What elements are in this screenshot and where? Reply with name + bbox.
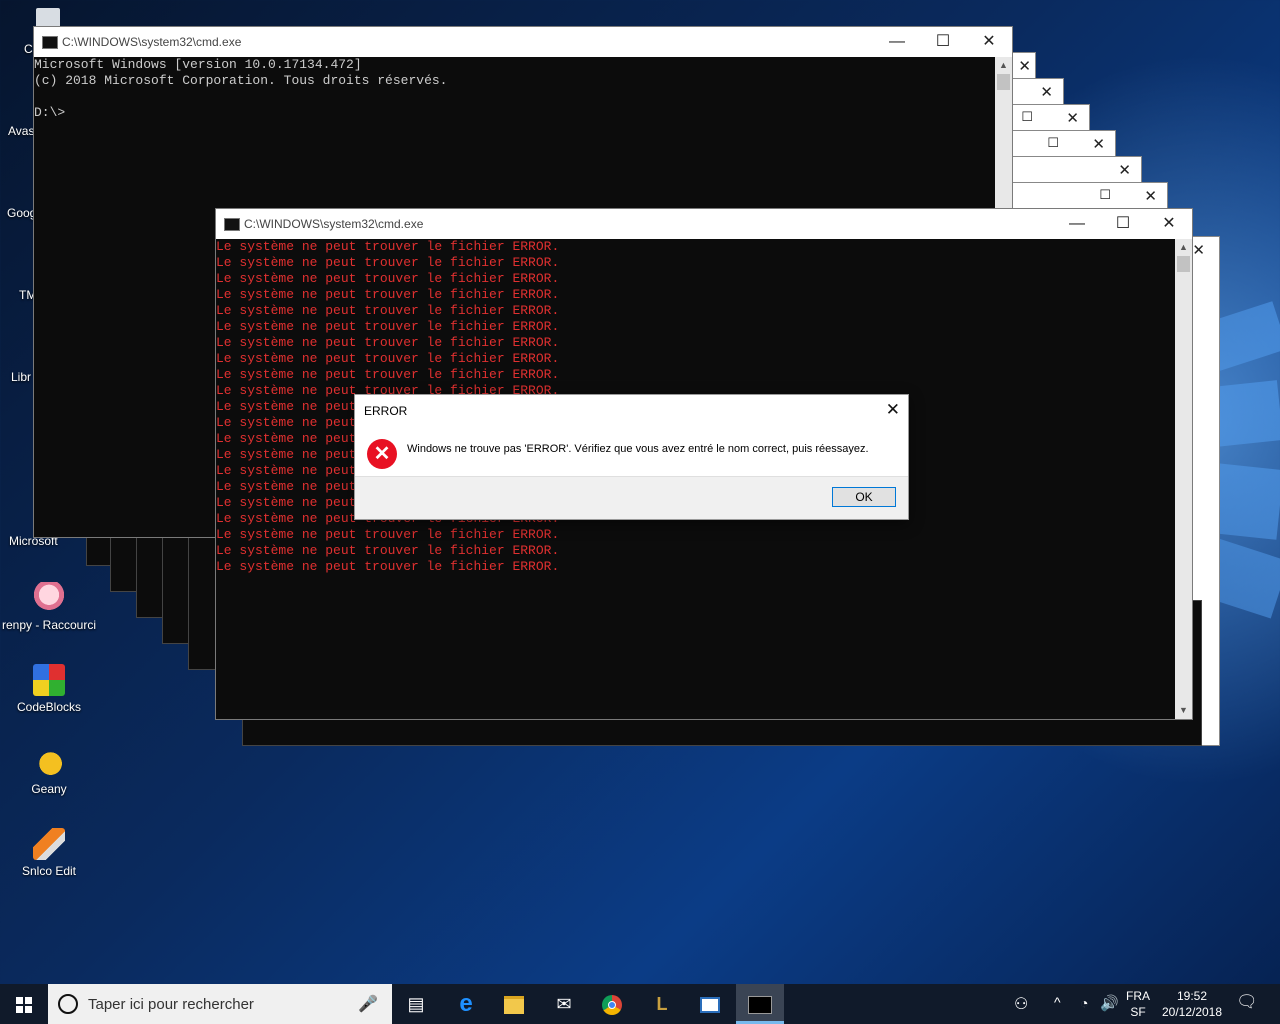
desktop-icon-label[interactable]: C <box>24 42 33 56</box>
desktop-icon-label: CodeBlocks <box>16 700 82 714</box>
desktop-icon-label: Snlco Edit <box>21 864 77 878</box>
task-view-icon[interactable]: ▤ <box>392 984 440 1024</box>
window-title: C:\WINDOWS\system32\cmd.exe <box>62 35 242 49</box>
close-icon[interactable]: ✕ <box>1192 241 1205 259</box>
console-error-line: Le système ne peut trouver le fichier ER… <box>216 239 560 254</box>
cortana-icon <box>58 994 78 1014</box>
minimize-button[interactable]: — <box>1054 209 1100 239</box>
cascade-window-frame[interactable]: ✕ ☐ <box>1000 104 1090 132</box>
close-icon[interactable]: ✕ <box>886 400 900 420</box>
console-error-line: Le système ne peut trouver le fichier ER… <box>216 255 560 270</box>
minimize-button[interactable]: — <box>874 27 920 57</box>
show-hidden-icons-icon[interactable]: ^ <box>1054 994 1061 1010</box>
ok-button[interactable]: OK <box>832 487 896 507</box>
edge-icon[interactable]: e <box>442 984 490 1024</box>
windows-logo-icon <box>16 997 32 1014</box>
action-center-icon[interactable]: 🗨 <box>1236 992 1258 1012</box>
start-button[interactable] <box>0 984 48 1024</box>
window-title: C:\WINDOWS\system32\cmd.exe <box>244 217 424 231</box>
maximize-icon[interactable]: ☐ <box>1047 135 1059 151</box>
cascade-window-frame[interactable]: ✕ <box>1000 156 1142 184</box>
mail-icon[interactable]: ✉ <box>540 984 588 1024</box>
console-error-line: Le système ne peut trouver le fichier ER… <box>216 271 560 286</box>
cascade-window-frame[interactable]: ✕ ☐ <box>1000 182 1168 210</box>
scroll-up-icon[interactable]: ▲ <box>995 57 1012 74</box>
cmd-icon <box>224 218 240 231</box>
dialog-footer: OK <box>355 476 908 519</box>
console-error-line: Le système ne peut trouver le fichier ER… <box>216 367 560 382</box>
console-error-line: Le système ne peut trouver le fichier ER… <box>216 543 560 558</box>
console-error-line: Le système ne peut trouver le fichier ER… <box>216 335 560 350</box>
app-window-icon[interactable] <box>686 984 734 1024</box>
clock-time: 19:52 <box>1176 989 1208 1003</box>
file-explorer-icon[interactable] <box>490 984 538 1024</box>
desktop-icon-snlco-edit[interactable]: Snlco Edit <box>0 828 98 878</box>
desktop-icon-label: renpy - Raccourci <box>1 618 97 632</box>
search-box[interactable]: Taper ici pour rechercher 🎤 <box>48 984 392 1024</box>
desktop-icon-label: Geany <box>31 782 67 796</box>
clock[interactable]: 19:52 20/12/2018 <box>1158 988 1226 1020</box>
close-icon[interactable]: ✕ <box>1066 109 1079 127</box>
maximize-button[interactable]: ☐ <box>920 27 966 57</box>
close-icon[interactable]: ✕ <box>1040 83 1053 101</box>
desktop-icon-renpy[interactable]: renpy - Raccourci <box>0 582 98 632</box>
microphone-icon[interactable]: 🎤 <box>358 994 378 1014</box>
close-icon[interactable]: ✕ <box>1092 135 1105 153</box>
renpy-icon <box>33 582 65 614</box>
input-language-indicator[interactable]: FRA SF <box>1124 988 1152 1020</box>
geany-icon <box>33 746 65 778</box>
close-button[interactable]: ✕ <box>966 27 1012 57</box>
console-error-line: Le système ne peut trouver le fichier ER… <box>216 319 560 334</box>
desktop-icon-codeblocks[interactable]: CodeBlocks <box>0 664 98 714</box>
console-error-line: Le système ne peut trouver le fichier ER… <box>216 559 560 574</box>
keyboard-layout: SF <box>1130 1005 1146 1019</box>
cmd-icon <box>42 36 58 49</box>
console-error-line: Le système ne peut trouver le fichier ER… <box>216 303 560 318</box>
people-icon[interactable]: ⚇ <box>1014 994 1028 1014</box>
snlco-edit-icon <box>33 828 65 860</box>
console-error-line: Le système ne peut trouver le fichier ER… <box>216 287 560 302</box>
title-bar[interactable]: C:\WINDOWS\system32\cmd.exe — ☐ ✕ <box>34 27 1012 57</box>
error-dialog[interactable]: ERROR ✕ ✕ Windows ne trouve pas 'ERROR'.… <box>354 394 909 520</box>
close-button[interactable]: ✕ <box>1146 209 1192 239</box>
network-icon[interactable]: ◔ <box>1080 995 1088 1011</box>
clock-date: 20/12/2018 <box>1161 1005 1223 1019</box>
chrome-icon[interactable] <box>588 984 636 1024</box>
maximize-icon[interactable]: ☐ <box>1021 109 1033 125</box>
scroll-thumb[interactable] <box>997 74 1010 90</box>
desktop-icon-label[interactable]: Libr <box>11 370 31 384</box>
volume-icon[interactable]: 🔊 <box>1100 994 1119 1012</box>
close-icon[interactable]: ✕ <box>1018 57 1031 75</box>
scroll-thumb[interactable] <box>1177 256 1190 272</box>
league-of-legends-icon[interactable]: L <box>638 984 686 1024</box>
close-icon[interactable]: ✕ <box>1144 187 1157 205</box>
scroll-down-icon[interactable]: ▼ <box>1175 702 1192 719</box>
maximize-icon[interactable]: ☐ <box>1099 187 1111 203</box>
cmd-taskbar-icon[interactable] <box>736 984 784 1024</box>
close-icon[interactable]: ✕ <box>1118 161 1131 179</box>
desktop-icon-label[interactable]: Avas <box>8 124 34 138</box>
codeblocks-icon <box>33 664 65 696</box>
maximize-button[interactable]: ☐ <box>1100 209 1146 239</box>
cascade-window-frame[interactable]: ✕ ☐ <box>1000 130 1116 158</box>
title-bar[interactable]: C:\WINDOWS\system32\cmd.exe — ☐ ✕ <box>216 209 1192 239</box>
desktop-icon-geany[interactable]: Geany <box>0 746 98 796</box>
dialog-title: ERROR <box>364 404 408 418</box>
console-error-line: Le système ne peut trouver le fichier ER… <box>216 527 560 542</box>
desktop-icon-label[interactable]: Goog <box>7 206 36 220</box>
taskbar: Taper ici pour rechercher 🎤 ▤ e ✉ L ⚇ ^ … <box>0 984 1280 1024</box>
dialog-message: Windows ne trouve pas 'ERROR'. Vérifiez … <box>407 443 869 455</box>
vertical-scrollbar[interactable]: ▲ ▼ <box>1175 239 1192 719</box>
console-output: Microsoft Windows [version 10.0.17134.47… <box>34 57 448 120</box>
error-icon: ✕ <box>367 439 397 469</box>
console-error-line: Le système ne peut trouver le fichier ER… <box>216 351 560 366</box>
language-code: FRA <box>1126 989 1150 1003</box>
scroll-up-icon[interactable]: ▲ <box>1175 239 1192 256</box>
search-input[interactable]: Taper ici pour rechercher <box>88 996 254 1013</box>
